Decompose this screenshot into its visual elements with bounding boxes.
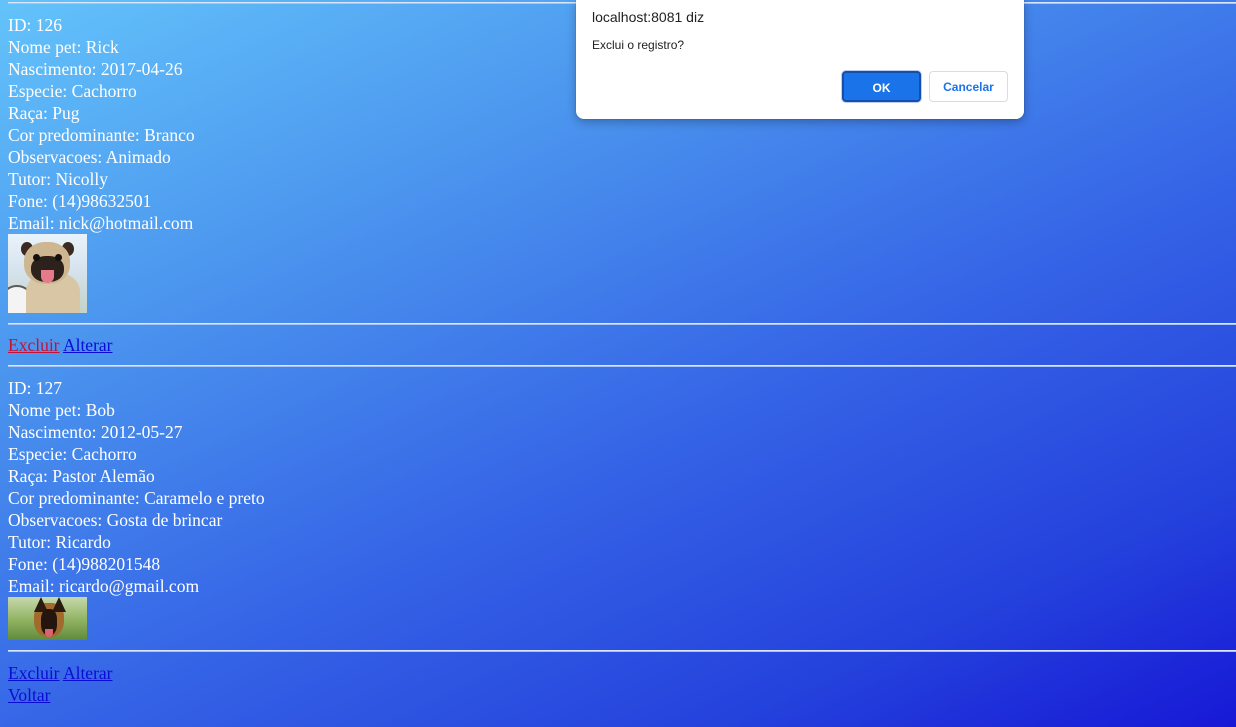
record-species: Especie: Cachorro — [8, 81, 137, 101]
confirm-dialog: localhost:8081 diz Exclui o registro? OK… — [576, 0, 1024, 119]
record-notes: Observacoes: Gosta de brincar — [8, 510, 223, 530]
record-divider — [8, 365, 1236, 367]
record-email: Email: nick@hotmail.com — [8, 213, 194, 233]
pet-record: ID: 126 Nome pet: Rick Nascimento: 2017-… — [8, 14, 195, 313]
record-pet-name: Nome pet: Rick — [8, 37, 119, 57]
cancel-button[interactable]: Cancelar — [929, 71, 1008, 102]
dialog-message: Exclui o registro? — [592, 38, 685, 52]
pet-record: ID: 127 Nome pet: Bob Nascimento: 2012-0… — [8, 377, 265, 640]
record-birth-date: Nascimento: 2012-05-27 — [8, 422, 183, 442]
record-pet-name: Nome pet: Bob — [8, 400, 115, 420]
record-id: ID: 126 — [8, 15, 62, 35]
record-divider — [8, 650, 1236, 652]
back-link-row: Voltar — [8, 684, 50, 706]
record-notes: Observacoes: Animado — [8, 147, 171, 167]
record-species: Especie: Cachorro — [8, 444, 137, 464]
delete-link[interactable]: Excluir — [8, 335, 60, 355]
back-link[interactable]: Voltar — [8, 685, 50, 705]
edit-link[interactable]: Alterar — [63, 335, 113, 355]
record-phone: Fone: (14)98632501 — [8, 191, 152, 211]
record-breed: Raça: Pug — [8, 103, 80, 123]
dialog-title: localhost:8081 diz — [592, 9, 705, 25]
record-actions: Excluir Alterar — [8, 334, 113, 356]
edit-link[interactable]: Alterar — [63, 663, 113, 683]
pet-photo — [8, 597, 87, 640]
record-tutor: Tutor: Nicolly — [8, 169, 108, 189]
record-phone: Fone: (14)988201548 — [8, 554, 161, 574]
record-id: ID: 127 — [8, 378, 62, 398]
dog-eye-shape — [33, 254, 40, 261]
dog-eye-shape — [55, 254, 62, 261]
record-birth-date: Nascimento: 2017-04-26 — [8, 59, 183, 79]
delete-link[interactable]: Excluir — [8, 663, 60, 683]
record-email: Email: ricardo@gmail.com — [8, 576, 200, 596]
dog-tongue-shape — [45, 629, 53, 637]
record-tutor: Tutor: Ricardo — [8, 532, 111, 552]
record-color: Cor predominante: Caramelo e preto — [8, 488, 265, 508]
record-divider — [8, 323, 1236, 325]
record-breed: Raça: Pastor Alemão — [8, 466, 155, 486]
record-actions: Excluir Alterar — [8, 662, 113, 684]
dog-tongue-shape — [41, 270, 54, 283]
record-color: Cor predominante: Branco — [8, 125, 195, 145]
ok-button[interactable]: OK — [842, 71, 921, 102]
pet-photo — [8, 234, 87, 313]
